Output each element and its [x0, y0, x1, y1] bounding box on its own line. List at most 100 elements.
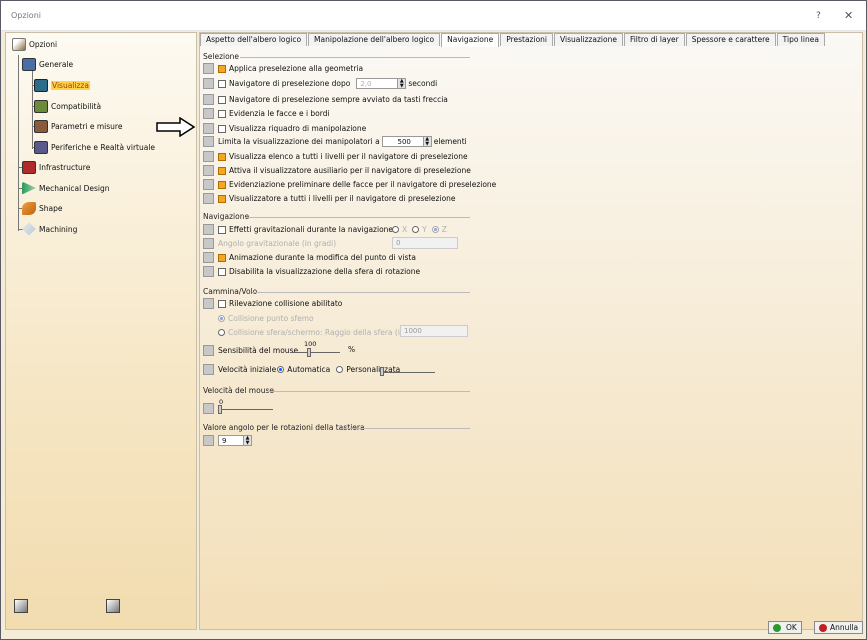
checkbox[interactable]: [218, 225, 226, 234]
tab-bar: Aspetto dell'albero logico Manipolazione…: [200, 33, 826, 47]
tree-node-shape[interactable]: Shape: [22, 200, 63, 216]
checkbox[interactable]: [218, 109, 226, 118]
option-row: Evidenzia le facce e i bordi: [203, 107, 330, 120]
parameters-icon: [34, 119, 48, 133]
radio-x[interactable]: [392, 226, 399, 233]
ok-button[interactable]: OK: [768, 621, 802, 634]
option-label: Velocità iniziale: [218, 365, 277, 374]
checkbox[interactable]: [218, 253, 226, 262]
radio-z[interactable]: [431, 226, 439, 233]
speed-track: [380, 372, 435, 373]
infrastructure-icon: [22, 160, 36, 174]
mouse-speed-slider-knob[interactable]: [218, 405, 222, 414]
sensitivity-slider-knob[interactable]: [307, 348, 311, 357]
options-tree-icon: [12, 37, 26, 51]
tree-node-machining[interactable]: Machining: [22, 221, 77, 237]
tree-node-mechanical[interactable]: Mechanical Design: [22, 180, 109, 196]
option-label: Attiva il visualizzatore ausiliario per …: [229, 166, 471, 175]
radio-collision-2[interactable]: [218, 329, 225, 336]
checkbox[interactable]: [218, 152, 226, 161]
checkbox[interactable]: [218, 299, 226, 308]
option-row: Angolo gravitazionale (in gradi): [203, 237, 336, 250]
lock-icon[interactable]: [203, 435, 214, 446]
tree-node-visualizza[interactable]: Visualizza: [34, 77, 90, 93]
lock-icon[interactable]: [203, 224, 214, 235]
lock-icon[interactable]: [203, 63, 214, 74]
checkbox[interactable]: [218, 267, 226, 276]
ok-icon: [773, 623, 781, 632]
options-icon-right[interactable]: [106, 599, 120, 613]
lock-icon[interactable]: [203, 94, 214, 105]
tab-visualizzazione[interactable]: Visualizzazione: [554, 33, 623, 46]
checkbox[interactable]: [218, 79, 226, 88]
tree-node-generale[interactable]: Generale: [22, 56, 73, 72]
checkbox[interactable]: [218, 64, 226, 73]
lock-icon[interactable]: [203, 238, 214, 249]
manipulators-spinner[interactable]: 500 ▲ ▼: [381, 136, 432, 147]
option-label: Automatica: [287, 365, 331, 374]
lock-icon[interactable]: [203, 298, 214, 309]
tree-node-parametri[interactable]: Parametri e misure: [34, 118, 122, 134]
lock-icon[interactable]: [203, 345, 214, 356]
keyboard-angle-spinner[interactable]: 9 ▲ ▼: [218, 435, 252, 446]
option-label: Visualizzatore a tutti i livelli per il …: [229, 194, 456, 203]
lock-icon[interactable]: [203, 108, 214, 119]
checkbox[interactable]: [218, 124, 226, 133]
lock-icon[interactable]: [203, 403, 214, 414]
tab-filtro-layer[interactable]: Filtro di layer: [623, 33, 685, 46]
option-row: [203, 402, 218, 415]
options-icon-left[interactable]: [14, 599, 28, 613]
tab-prestazioni[interactable]: Prestazioni: [500, 33, 554, 46]
display-icon: [34, 78, 48, 92]
mouse-speed-track: [218, 409, 273, 410]
sensitivity-value: 100: [304, 340, 317, 348]
checkbox[interactable]: [218, 166, 226, 175]
close-button[interactable]: ✕: [844, 9, 853, 22]
lock-icon[interactable]: [203, 78, 214, 89]
delay-spinner[interactable]: 2,0 ▲ ▼: [356, 78, 407, 89]
radio-automatica[interactable]: [277, 366, 285, 373]
tree-node-opzioni[interactable]: Opzioni: [12, 36, 57, 52]
checkbox[interactable]: [218, 194, 226, 203]
tree-node-periferiche[interactable]: Periferiche e Realtà virtuale: [34, 139, 155, 155]
lock-icon[interactable]: [203, 364, 214, 375]
radio-collision-1[interactable]: [218, 315, 225, 322]
delay-unit: secondi: [408, 79, 438, 88]
option-row: Navigatore di preselezione sempre avviat…: [203, 93, 448, 106]
axis-label: Z: [441, 225, 447, 234]
collision-option-1: Collisione punto sfemo: [218, 312, 314, 325]
group-title-cammina: Cammina/Volo: [203, 287, 258, 296]
lock-icon[interactable]: [203, 151, 214, 162]
radio-y[interactable]: [412, 226, 420, 233]
tab-tipo-linea[interactable]: Tipo linea: [776, 33, 825, 46]
cancel-button[interactable]: Annulla: [814, 621, 864, 634]
arrow-pointer-icon: [156, 117, 196, 137]
option-label: Evidenziazione preliminare delle facce p…: [229, 180, 497, 189]
tab-aspetto[interactable]: Aspetto dell'albero logico: [200, 33, 308, 46]
lock-icon[interactable]: [203, 252, 214, 263]
tree-node-infrastructure[interactable]: Infrastructure: [22, 159, 90, 175]
lock-icon[interactable]: [203, 179, 214, 190]
lock-icon[interactable]: [203, 266, 214, 277]
tree-node-compatibilita[interactable]: Compatibilità: [34, 98, 101, 114]
tab-navigazione[interactable]: Navigazione: [441, 33, 500, 47]
sensitivity-unit: %: [348, 345, 356, 354]
lock-icon[interactable]: [203, 136, 214, 147]
lock-icon[interactable]: [203, 123, 214, 134]
option-row: 9 ▲ ▼: [203, 434, 254, 447]
option-label: Navigatore di preselezione sempre avviat…: [229, 95, 448, 104]
option-label: Applica preselezione alla geometria: [229, 64, 364, 73]
tab-manipolazione[interactable]: Manipolazione dell'albero logico: [308, 33, 441, 46]
checkbox[interactable]: [218, 180, 226, 189]
speed-slider-knob[interactable]: [380, 367, 384, 376]
angle-input[interactable]: 0: [392, 237, 458, 249]
radius-input[interactable]: 1000: [400, 325, 468, 337]
lock-icon[interactable]: [203, 165, 214, 176]
lock-icon[interactable]: [203, 193, 214, 204]
option-row: Limita la visualizzazione dei manipolato…: [203, 135, 467, 148]
tab-spessore[interactable]: Spessore e carattere: [685, 33, 776, 46]
help-button[interactable]: ?: [816, 11, 821, 21]
axis-label: X: [402, 225, 408, 234]
checkbox[interactable]: [218, 95, 226, 104]
radio-personalizzata[interactable]: [336, 366, 344, 373]
